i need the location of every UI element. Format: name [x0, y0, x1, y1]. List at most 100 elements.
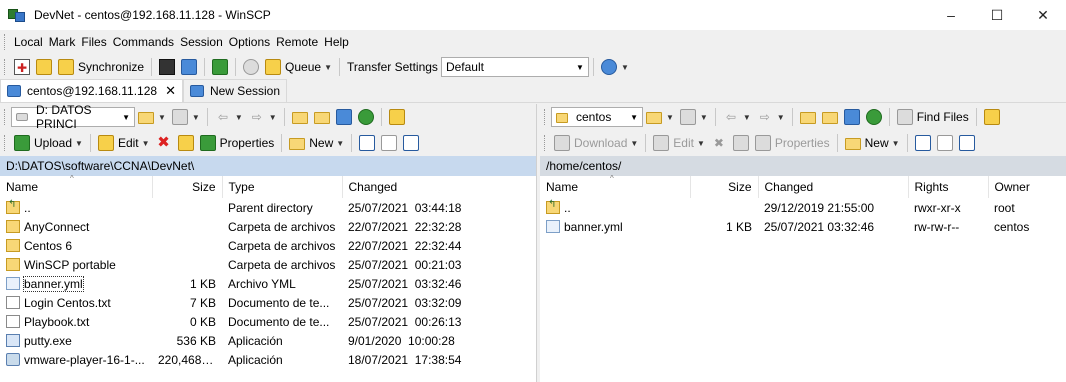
open-directory-button[interactable]: ▼: [643, 106, 677, 128]
column-changed[interactable]: Changed: [758, 176, 909, 198]
table-row[interactable]: .. Parent directory 25/07/2021 03:44:18: [0, 198, 536, 217]
toolbar-grip[interactable]: [4, 135, 7, 151]
menu-files[interactable]: Files: [78, 31, 109, 53]
column-size[interactable]: Size: [690, 176, 759, 198]
select-all-button[interactable]: [912, 132, 934, 154]
edit-button[interactable]: Edit ▼: [95, 132, 153, 154]
bookmarks-button[interactable]: [981, 106, 1003, 128]
root-directory-button[interactable]: [819, 106, 841, 128]
new-button[interactable]: New ▼: [286, 132, 347, 154]
filter-button[interactable]: ▼: [169, 106, 203, 128]
sync-browsing-button[interactable]: [33, 56, 55, 78]
local-path[interactable]: D:\DATOS\software\CCNA\DevNet\: [0, 156, 536, 176]
toolbar-grip[interactable]: [4, 109, 7, 125]
table-row[interactable]: Playbook.txt 0 KB Documento de te... 25/…: [0, 312, 536, 331]
menu-session[interactable]: Session: [177, 31, 226, 53]
minimize-button[interactable]: –: [928, 0, 974, 30]
menu-options[interactable]: Options: [226, 31, 273, 53]
properties-button[interactable]: Properties: [752, 132, 833, 154]
table-row[interactable]: Login Centos.txt 7 KB Documento de te...…: [0, 293, 536, 312]
column-changed[interactable]: Changed: [342, 176, 537, 198]
column-name[interactable]: ^ Name: [0, 174, 153, 198]
drive-select[interactable]: D: DATOS PRINCI ▼: [11, 103, 135, 131]
table-row[interactable]: banner.yml 1 KB Archivo YML 25/07/2021 0…: [0, 274, 536, 293]
chevron-down-icon: ▼: [742, 112, 751, 122]
filter-select-button[interactable]: [400, 132, 422, 154]
toolbar-grip[interactable]: [4, 59, 7, 75]
new-button[interactable]: New ▼: [842, 132, 903, 154]
home-directory-button[interactable]: [333, 106, 355, 128]
upload-button[interactable]: Upload ▼: [11, 132, 86, 154]
table-row[interactable]: Centos 6 Carpeta de archivos 22/07/2021 …: [0, 236, 536, 255]
bookmark-icon: [388, 109, 405, 125]
delete-button[interactable]: ✖: [153, 132, 175, 154]
edit-button[interactable]: Edit ▼: [650, 132, 708, 154]
find-files-button[interactable]: Find Files: [894, 106, 972, 128]
toolbar-grip[interactable]: [544, 109, 547, 125]
table-row[interactable]: banner.yml 1 KB 25/07/2021 03:32:46 rw-r…: [540, 217, 1066, 236]
menu-commands[interactable]: Commands: [110, 31, 177, 53]
preferences-button[interactable]: [240, 56, 262, 78]
back-button[interactable]: ⇦ ▼: [720, 106, 754, 128]
table-row[interactable]: WinSCP portable Carpeta de archivos 25/0…: [0, 255, 536, 274]
home-directory-button[interactable]: [841, 106, 863, 128]
unselect-button[interactable]: [378, 132, 400, 154]
table-row[interactable]: putty.exe 536 KB Aplicación 9/01/2020 10…: [0, 331, 536, 350]
delete-button[interactable]: ✖: [708, 132, 730, 154]
menu-remote[interactable]: Remote: [273, 31, 321, 53]
globe-icon: [600, 59, 617, 75]
refresh-button[interactable]: [209, 56, 231, 78]
column-size[interactable]: Size: [152, 176, 223, 198]
parent-directory-button[interactable]: [289, 106, 311, 128]
compare-directories-button[interactable]: ✚: [11, 56, 33, 78]
back-button[interactable]: ⇦ ▼: [212, 106, 246, 128]
unselect-button[interactable]: [934, 132, 956, 154]
filter-button[interactable]: ▼: [677, 106, 711, 128]
transfer-settings-select[interactable]: Default ▼: [440, 57, 589, 77]
maximize-button[interactable]: ☐: [974, 0, 1020, 30]
pencil-icon: [653, 135, 670, 151]
download-label: Download: [574, 136, 628, 150]
table-row[interactable]: .. 29/12/2019 21:55:00 rwxr-xr-x root: [540, 198, 1066, 217]
properties-button[interactable]: Properties: [197, 132, 278, 154]
file-name: putty.exe: [24, 333, 72, 348]
putty-button[interactable]: [178, 56, 200, 78]
forward-button[interactable]: ⇨ ▼: [754, 106, 788, 128]
synchronize-button[interactable]: Synchronize: [55, 56, 147, 78]
select-all-button[interactable]: [356, 132, 378, 154]
open-directory-button[interactable]: ▼: [135, 106, 169, 128]
column-rights[interactable]: Rights: [908, 176, 989, 198]
close-window-button[interactable]: ✕: [1020, 0, 1066, 30]
bookmarks-button[interactable]: [386, 106, 408, 128]
tab-new-session[interactable]: New Session: [182, 79, 287, 102]
close-tab-icon[interactable]: ✕: [165, 83, 176, 99]
menu-mark[interactable]: Mark: [46, 31, 79, 53]
root-directory-button[interactable]: [311, 106, 333, 128]
table-row[interactable]: AnyConnect Carpeta de archivos 22/07/202…: [0, 217, 536, 236]
filter-select-button[interactable]: [956, 132, 978, 154]
column-type[interactable]: Type: [222, 176, 343, 198]
rename-button[interactable]: [175, 132, 197, 154]
refresh-local-button[interactable]: [355, 106, 377, 128]
parent-directory-button[interactable]: [797, 106, 819, 128]
file-name: vmware-player-16-1-...: [24, 352, 145, 367]
remote-folder-select[interactable]: centos ▼: [551, 107, 643, 127]
transfer-options-button[interactable]: ▼: [598, 56, 632, 78]
menu-help[interactable]: Help: [321, 31, 352, 53]
column-name[interactable]: ^ Name: [540, 174, 691, 198]
table-row[interactable]: vmware-player-16-1-... 220,468 KB Aplica…: [0, 350, 536, 369]
forward-button[interactable]: ⇨ ▼: [246, 106, 280, 128]
queue-button[interactable]: Queue ▼: [262, 56, 335, 78]
column-owner[interactable]: Owner: [988, 176, 1066, 198]
toolbar-grip[interactable]: [544, 135, 547, 151]
open-terminal-button[interactable]: [156, 56, 178, 78]
download-button[interactable]: Download ▼: [551, 132, 641, 154]
refresh-remote-button[interactable]: [863, 106, 885, 128]
remote-path[interactable]: /home/centos/: [540, 156, 1066, 176]
file-name: Playbook.txt: [24, 314, 90, 329]
tab-session-centos[interactable]: centos@192.168.11.128 ✕: [0, 79, 183, 102]
menu-grip[interactable]: [4, 34, 7, 50]
transfer-settings-label: Transfer Settings: [347, 60, 438, 74]
rename-button[interactable]: [730, 132, 752, 154]
menu-local[interactable]: Local: [11, 31, 46, 53]
